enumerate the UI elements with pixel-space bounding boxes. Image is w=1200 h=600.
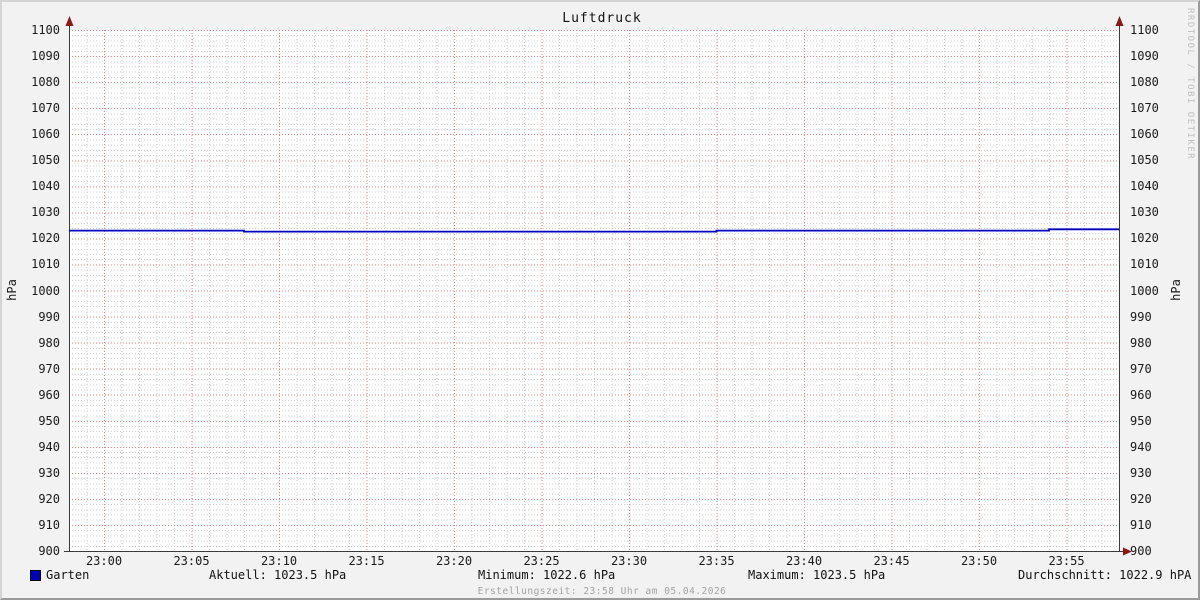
y-tick-label-left: 1010 <box>31 257 60 271</box>
stat-aktuell: Aktuell: 1023.5 hPa <box>209 568 347 582</box>
y-tick-label-left: 1020 <box>31 231 60 245</box>
y-tick-label-left: 990 <box>38 310 60 324</box>
y-tick-label-right: 1010 <box>1130 257 1159 271</box>
y-tick-label-left: 1000 <box>31 284 60 298</box>
x-tick-label: 23:55 <box>1048 554 1085 568</box>
y-tick-label-right: 1030 <box>1130 205 1159 219</box>
legend-color-swatch <box>30 570 41 581</box>
rrdtool-pressure-graph: Luftdruck hPa hPa 900 910 920 930 940 950 960 9… <box>0 0 1200 600</box>
y-tick-label-left: 950 <box>38 414 60 428</box>
y-tick-label-right: 1000 <box>1130 284 1159 298</box>
y-tick-label-left: 1050 <box>31 153 60 167</box>
x-tick-label: 23:10 <box>260 554 298 568</box>
y-tick-label-left: 1080 <box>31 75 60 89</box>
y-tick-label-right: 910 <box>1130 518 1152 532</box>
chart-svg <box>64 16 1132 556</box>
rrdtool-watermark: RRDTOOL / TOBI OETIKER <box>1185 8 1195 161</box>
chart-plot-area <box>2 2 1198 598</box>
x-tick-label: 23:05 <box>173 554 210 568</box>
y-tick-label-left: 930 <box>38 466 60 480</box>
y-tick-label-right: 930 <box>1130 466 1152 480</box>
y-tick-label-right: 1020 <box>1130 231 1159 245</box>
x-tick-label: 23:00 <box>85 554 123 568</box>
x-tick-label: 23:15 <box>348 554 385 568</box>
y-tick-label-left: 1090 <box>31 49 60 63</box>
y-tick-label-right: 960 <box>1130 388 1152 402</box>
y-tick-label-left: 1060 <box>31 127 60 141</box>
y-tick-label-left: 910 <box>38 518 60 532</box>
x-tick-label: 23:20 <box>435 554 473 568</box>
y-tick-label-left: 960 <box>38 388 60 402</box>
y-tick-label-left: 900 <box>38 544 60 558</box>
x-tick-label: 23:30 <box>610 554 648 568</box>
x-tick-label: 23:45 <box>873 554 910 568</box>
y-tick-label-right: 900 <box>1130 544 1152 558</box>
stat-minimum: Minimum: 1022.6 hPa <box>478 568 616 582</box>
y-tick-label-left: 1100 <box>31 23 60 37</box>
y-tick-label-right: 1040 <box>1130 179 1159 193</box>
legend-series-label: Garten <box>46 568 90 582</box>
x-tick-label: 23:35 <box>698 554 735 568</box>
y-tick-label-left: 1070 <box>31 101 60 115</box>
chart-title: Luftdruck <box>562 11 642 26</box>
y-tick-label-right: 950 <box>1130 414 1152 428</box>
stat-durchschnitt: Durchschnitt: 1022.9 hPA <box>1018 568 1192 582</box>
y-tick-label-right: 920 <box>1130 492 1152 506</box>
y-tick-label-left: 970 <box>38 362 60 376</box>
y-tick-label-right: 970 <box>1130 362 1152 376</box>
y-tick-label-left: 940 <box>38 440 60 454</box>
x-tick-label: 23:25 <box>523 554 560 568</box>
y-tick-label-left: 1030 <box>31 205 60 219</box>
x-tick-label: 23:40 <box>785 554 823 568</box>
y-tick-label-left: 1040 <box>31 179 60 193</box>
creation-timestamp: Erstellungszeit: 23:58 Uhr am 05.04.2026 <box>477 586 727 597</box>
x-tick-label: 23:50 <box>960 554 998 568</box>
stat-maximum: Maximum: 1023.5 hPa <box>748 568 886 582</box>
y-tick-label-right: 980 <box>1130 336 1152 350</box>
y-tick-label-left: 920 <box>38 492 60 506</box>
y-tick-label-left: 980 <box>38 336 60 350</box>
y-tick-label-right: 940 <box>1130 440 1152 454</box>
y-tick-label-right: 990 <box>1130 310 1152 324</box>
